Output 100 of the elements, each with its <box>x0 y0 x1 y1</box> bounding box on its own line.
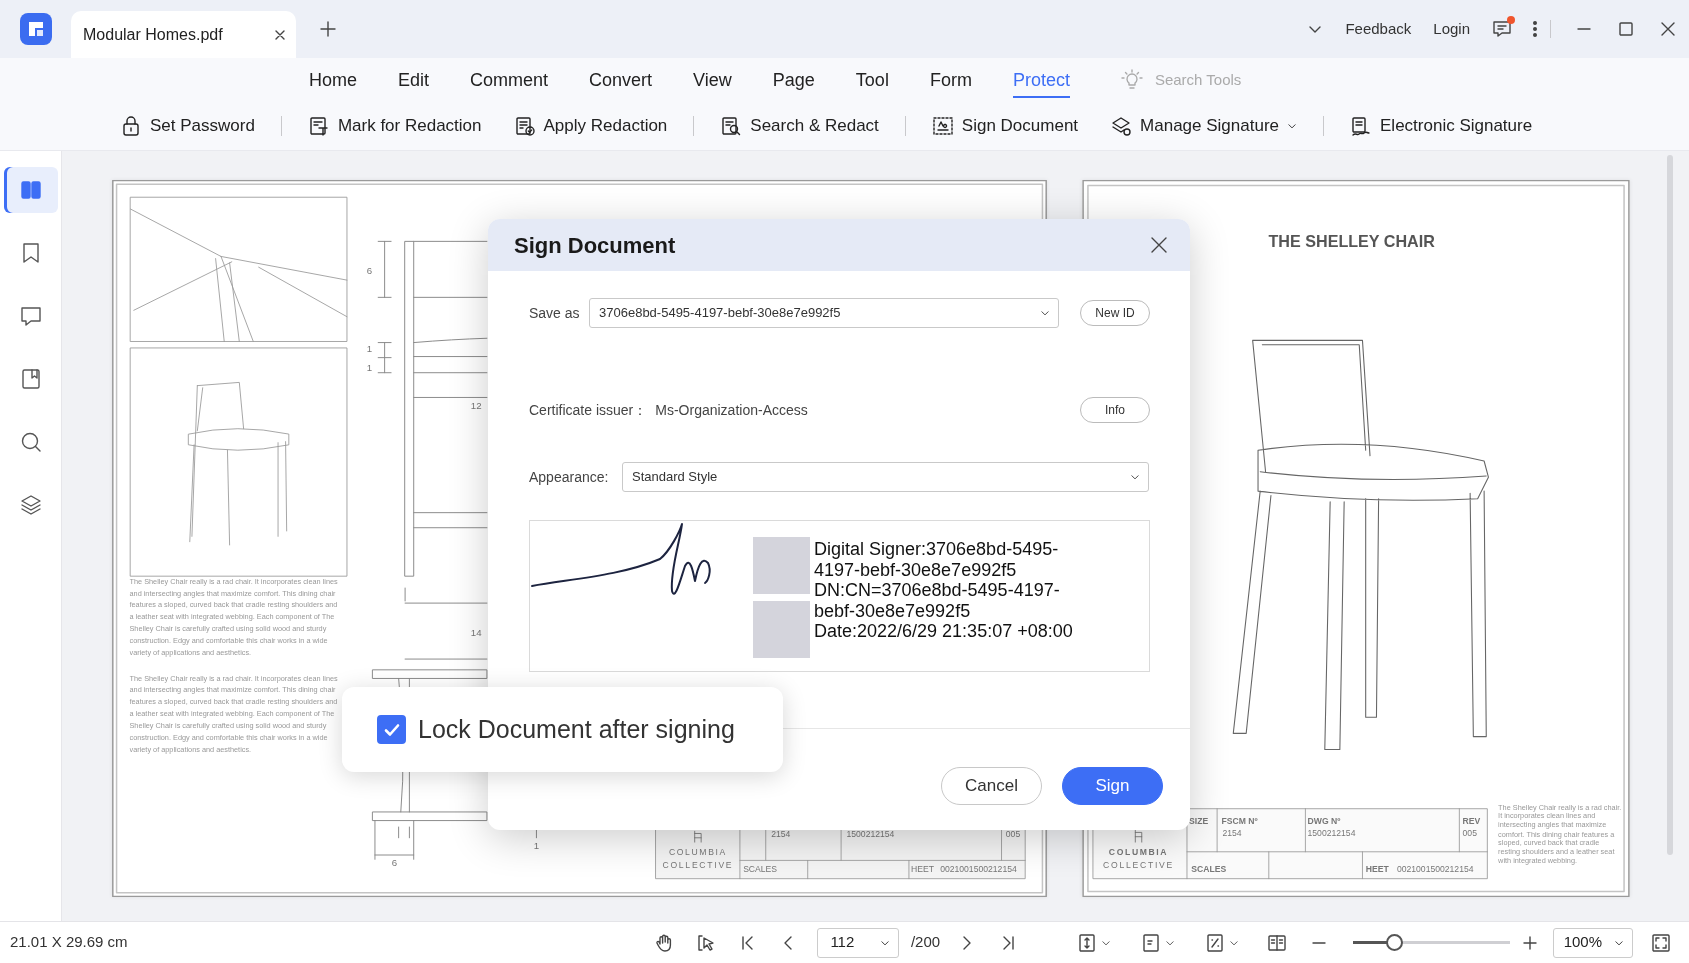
fit-zoom-icon <box>1204 932 1225 953</box>
menu-tab[interactable]: Tool <box>855 61 889 99</box>
sign-button[interactable]: Sign <box>1062 767 1163 805</box>
drawing-number: 1500212154 <box>1307 827 1356 838</box>
menu-tab[interactable]: Edit <box>398 61 430 99</box>
dimension-label: 1 <box>533 839 540 851</box>
document-tab[interactable]: Modular Homes.pdf <box>71 11 296 58</box>
document-signature-icon <box>1350 115 1372 137</box>
checkbox[interactable] <box>377 715 406 744</box>
chair-logo-icon <box>1134 829 1143 843</box>
scrollbar[interactable] <box>1667 155 1673 855</box>
dropdown-value: 3706e8bd-5495-4197-bebf-30e8e7e992f5 <box>599 304 841 323</box>
revision-number: 005 <box>1462 827 1477 838</box>
menu-tab[interactable]: Protect <box>1012 61 1070 99</box>
document-search-icon <box>720 115 743 137</box>
caret-icon <box>1130 472 1140 482</box>
search-tools-field[interactable]: Search Tools <box>1152 67 1303 93</box>
dimension-label: 12 <box>470 400 482 412</box>
document-tab-title: Modular Homes.pdf <box>83 24 223 45</box>
dimension-label: 1 <box>366 343 373 355</box>
chair-logo-icon <box>694 830 702 843</box>
menu-tab[interactable]: View <box>693 61 732 99</box>
maximize-icon[interactable] <box>1618 21 1634 37</box>
panels-icon <box>19 178 43 202</box>
revision-label: REV <box>1462 815 1481 826</box>
header-link[interactable]: Login <box>1433 17 1470 41</box>
slider-thumb[interactable] <box>1385 934 1403 951</box>
checkbox-label: Lock Document after signing <box>418 713 735 745</box>
company-name: COLUMBIA <box>669 847 727 857</box>
sidebar-item[interactable] <box>4 167 58 213</box>
toolbar-button[interactable]: Set Password <box>114 109 261 143</box>
cancel-button[interactable]: Cancel <box>941 767 1042 805</box>
dropdown-field[interactable]: Standard Style <box>622 462 1149 492</box>
dimension-label: 1 <box>366 361 373 373</box>
scales-label: SCALES <box>1191 864 1227 875</box>
menu-tab[interactable]: Convert <box>589 61 653 99</box>
caret-icon <box>1040 308 1050 318</box>
scales-label: SCALES <box>743 864 778 875</box>
page-total: /200 <box>910 932 941 953</box>
page-tab-icon <box>19 367 43 391</box>
fit-page-icon <box>1140 932 1161 953</box>
lightbulb-icon <box>1120 69 1143 91</box>
page-title: THE SHELLEY CHAIR <box>1268 231 1435 250</box>
certificate-issuer: Ms-Organization-Access <box>655 400 808 420</box>
info-button[interactable]: Info <box>1080 397 1150 423</box>
sheet-number: 0021001500212154 <box>1396 864 1474 875</box>
message-icon[interactable] <box>1492 19 1512 39</box>
dimension-label: 6 <box>391 856 397 868</box>
size-label: SIZE <box>1189 815 1209 826</box>
toolbar-button[interactable]: Search & Redact <box>714 109 885 143</box>
drawing-number: 1500212154 <box>846 828 895 839</box>
app-logo[interactable] <box>20 13 52 45</box>
dropdown-value: Standard Style <box>632 468 718 487</box>
toolbar-button[interactable]: Manage Signature <box>1104 109 1303 143</box>
menu-tab[interactable]: Page <box>772 61 815 99</box>
logo-placeholder <box>753 601 810 658</box>
fscm-label: FSCM Nº <box>1221 815 1258 826</box>
drawing-label: DWG Nº <box>1307 815 1341 826</box>
add-tab-icon[interactable] <box>320 21 336 37</box>
field-label: Appearance: <box>529 467 610 487</box>
more-icon[interactable] <box>1532 20 1538 38</box>
field-label: Certificate issuer： <box>529 400 648 420</box>
menu-tab[interactable]: Form <box>929 61 972 99</box>
toolbar-button[interactable]: Sign Document <box>925 109 1085 143</box>
dialog-title: Sign Document <box>514 231 676 260</box>
fscm-number: 2154 <box>771 828 791 839</box>
page-number-field[interactable]: 112 <box>817 927 899 958</box>
revision-number: 005 <box>1005 828 1021 839</box>
page-size-text: 21.01 X 29.69 cm <box>9 932 129 953</box>
signature-box-icon <box>931 115 954 137</box>
zoom-value: 100% <box>1563 932 1603 953</box>
field-label: Save as <box>529 303 581 323</box>
menu-tab[interactable]: Comment <box>470 61 549 99</box>
close-icon[interactable] <box>1150 236 1168 254</box>
toolbar-button[interactable]: Apply Redaction <box>507 109 674 143</box>
signature-detail: Date:2022/6/29 21:35:07 +08:00 <box>814 621 1074 642</box>
sheet-label: HEET <box>1365 864 1389 875</box>
zoom-field[interactable]: 100% <box>1552 927 1634 958</box>
layers-gear-icon <box>1110 115 1133 137</box>
document-text-icon <box>307 115 330 137</box>
company-subtitle: COLLECTIVE <box>1103 859 1174 870</box>
company-subtitle: COLLECTIVE <box>662 859 734 870</box>
comment-icon <box>19 304 43 328</box>
dimension-label: 14 <box>470 627 482 639</box>
dimension-label: 6 <box>366 264 373 276</box>
close-icon[interactable] <box>274 28 286 41</box>
layers-icon <box>19 493 43 517</box>
toolbar-button[interactable]: Mark for Redaction <box>301 109 488 143</box>
dropdown-field[interactable]: 3706e8bd-5495-4197-bebf-30e8e7e992f5 <box>589 298 1059 328</box>
header-link[interactable]: Feedback <box>1345 17 1412 41</box>
fit-height-icon <box>1077 932 1098 953</box>
toolbar-button[interactable]: Electronic Signature <box>1344 109 1539 143</box>
fscm-number: 2154 <box>1222 827 1242 838</box>
sheet-number: 0021001500212154 <box>940 864 1017 875</box>
close-icon[interactable] <box>1660 21 1676 37</box>
new-id-button[interactable]: New ID <box>1080 300 1150 326</box>
page-number: 112 <box>830 932 855 953</box>
menu-tab[interactable]: Home <box>309 61 357 99</box>
lock-icon <box>120 115 142 137</box>
signature-detail: Digital Signer:3706e8bd-5495-4197-bebf-30e8e7e992f5 <box>814 539 1060 580</box>
